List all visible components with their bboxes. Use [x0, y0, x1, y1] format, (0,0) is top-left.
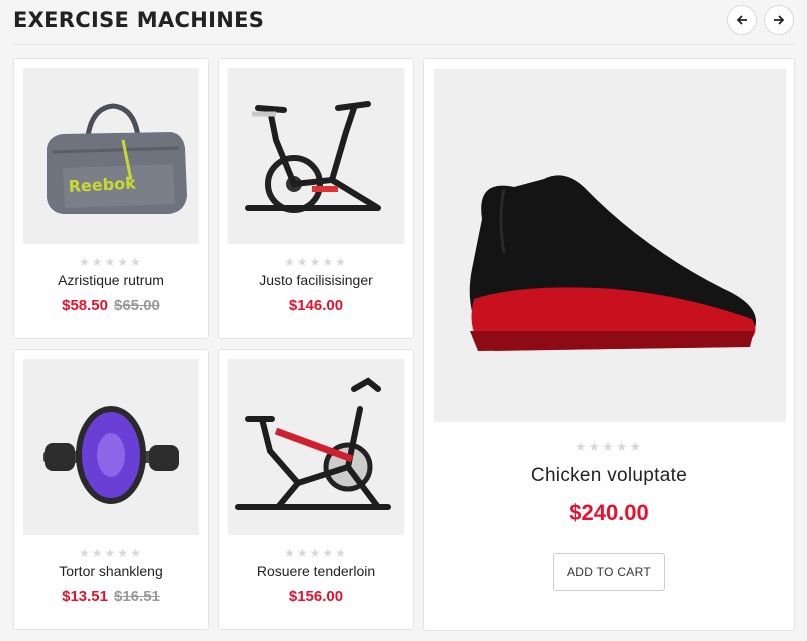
- product-image[interactable]: Reebok: [23, 68, 199, 244]
- next-button[interactable]: [764, 5, 794, 35]
- product-old-price: $16.51: [114, 588, 160, 605]
- add-to-cart-button[interactable]: ADD TO CART: [553, 553, 665, 591]
- price-block: $146.00: [219, 297, 413, 314]
- product-price: $58.50: [62, 297, 108, 314]
- sneaker-image: [469, 175, 756, 351]
- price-block: $13.51 $16.51: [14, 588, 208, 605]
- product-card[interactable]: ★★★★★ Tortor shankleng $13.51 $16.51: [13, 349, 209, 630]
- featured-product-name[interactable]: Chicken voluptate: [424, 465, 794, 487]
- svg-text:Reebok: Reebok: [68, 173, 136, 196]
- price-block: $156.00: [219, 588, 413, 605]
- product-image[interactable]: [23, 359, 199, 535]
- rating-stars: ★★★★★: [284, 255, 348, 269]
- product-price: $13.51: [62, 588, 108, 605]
- product-name[interactable]: Tortor shankleng: [14, 563, 208, 579]
- product-image[interactable]: [228, 359, 404, 535]
- rating-stars: ★★★★★: [79, 255, 143, 269]
- product-image[interactable]: [228, 68, 404, 244]
- rating-stars: ★★★★★: [574, 439, 644, 454]
- section-title: EXERCISE MACHINES: [13, 8, 265, 32]
- exercise-bike-image: [245, 101, 381, 213]
- product-card[interactable]: ★★★★★ Rosuere tenderloin $156.00: [218, 349, 414, 630]
- product-card[interactable]: Reebok ★★★★★ Azristique rutrum $58.50 $65…: [13, 58, 209, 339]
- exercise-bike-image: [235, 377, 391, 510]
- product-name[interactable]: Azristique rutrum: [14, 272, 208, 288]
- featured-product-image[interactable]: [434, 69, 786, 422]
- rating-stars: ★★★★★: [79, 546, 143, 560]
- duffel-bag-image: Reebok: [47, 103, 187, 214]
- product-price: $146.00: [288, 297, 344, 314]
- product-name[interactable]: Justo facilisisinger: [219, 272, 413, 288]
- prev-button[interactable]: [727, 5, 757, 35]
- product-price: $156.00: [288, 588, 344, 605]
- price-block: $58.50 $65.00: [14, 297, 208, 314]
- product-card[interactable]: ★★★★★ Justo facilisisinger $146.00: [218, 58, 414, 339]
- featured-product-card[interactable]: ★★★★★ Chicken voluptate $240.00 ADD TO C…: [423, 58, 795, 631]
- section-header: EXERCISE MACHINES: [13, 0, 795, 45]
- rating-stars: ★★★★★: [284, 546, 348, 560]
- arrow-right-icon: [774, 15, 785, 25]
- ab-wheel-image: [43, 406, 179, 504]
- product-name[interactable]: Rosuere tenderloin: [219, 563, 413, 579]
- featured-product-price: $240.00: [569, 500, 649, 525]
- featured-price-block: $240.00: [424, 500, 794, 526]
- product-old-price: $65.00: [114, 297, 160, 314]
- arrow-left-icon: [736, 15, 747, 25]
